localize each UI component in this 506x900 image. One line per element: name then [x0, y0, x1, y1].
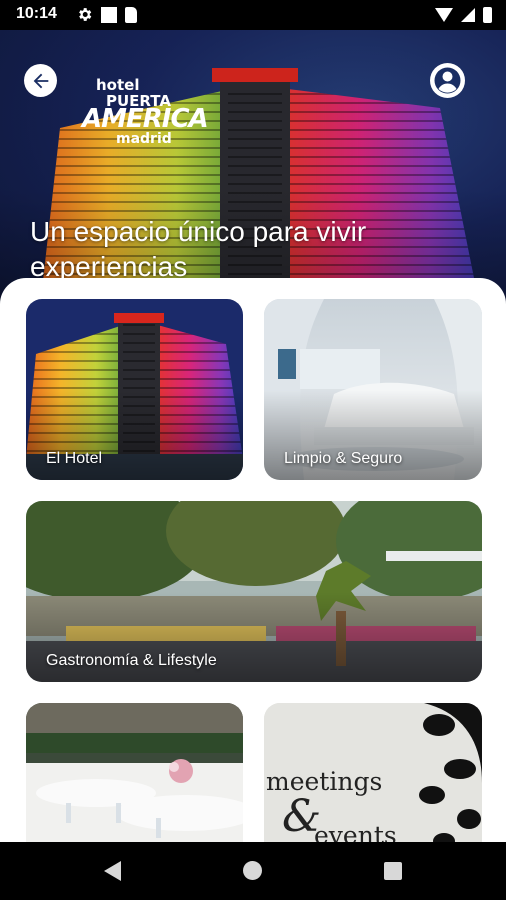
card-label-el-hotel: El Hotel: [46, 450, 103, 467]
card-el-hotel[interactable]: El Hotel: [26, 299, 243, 480]
card-gastronomia-lifestyle[interactable]: Gastronomía & Lifestyle: [26, 501, 482, 682]
status-bar: 10:14: [0, 0, 506, 30]
arrow-back-icon: [33, 73, 48, 88]
wifi-icon: [435, 8, 453, 22]
battery-icon: [483, 7, 492, 23]
nav-recents-icon[interactable]: [384, 862, 402, 880]
events-text: events: [314, 821, 397, 842]
nav-back-icon[interactable]: [104, 861, 121, 881]
back-button[interactable]: [24, 64, 57, 97]
logo-america-text: AMERICA: [82, 104, 209, 134]
events-table-image: [26, 703, 243, 842]
hotel-logo: hotel PUERTA AMERICA madrid: [82, 76, 232, 147]
sd-card-icon: [125, 6, 137, 23]
hero-title: Un espacio único para vivir experiencias: [30, 216, 367, 282]
system-nav-bar: [0, 842, 506, 900]
content-sheet: El Hotel Limpio & Seguro Gastronomía & L…: [0, 278, 506, 842]
card-label-limpio-seguro: Limpio & Seguro: [284, 450, 403, 467]
nav-home-icon[interactable]: [243, 861, 262, 880]
status-time: 10:14: [16, 5, 57, 22]
card-meetings-events[interactable]: meetings & events: [264, 703, 482, 842]
card-label-gastronomia: Gastronomía & Lifestyle: [46, 652, 217, 669]
account-circle-icon: [434, 67, 461, 94]
settings-icon: [79, 8, 92, 21]
card-limpio-seguro[interactable]: Limpio & Seguro: [264, 299, 482, 480]
signal-icon: [461, 8, 475, 22]
profile-button[interactable]: [430, 63, 465, 98]
notification-square-icon: [101, 6, 117, 23]
card-events[interactable]: [26, 703, 243, 842]
logo-madrid-text: madrid: [116, 131, 172, 147]
